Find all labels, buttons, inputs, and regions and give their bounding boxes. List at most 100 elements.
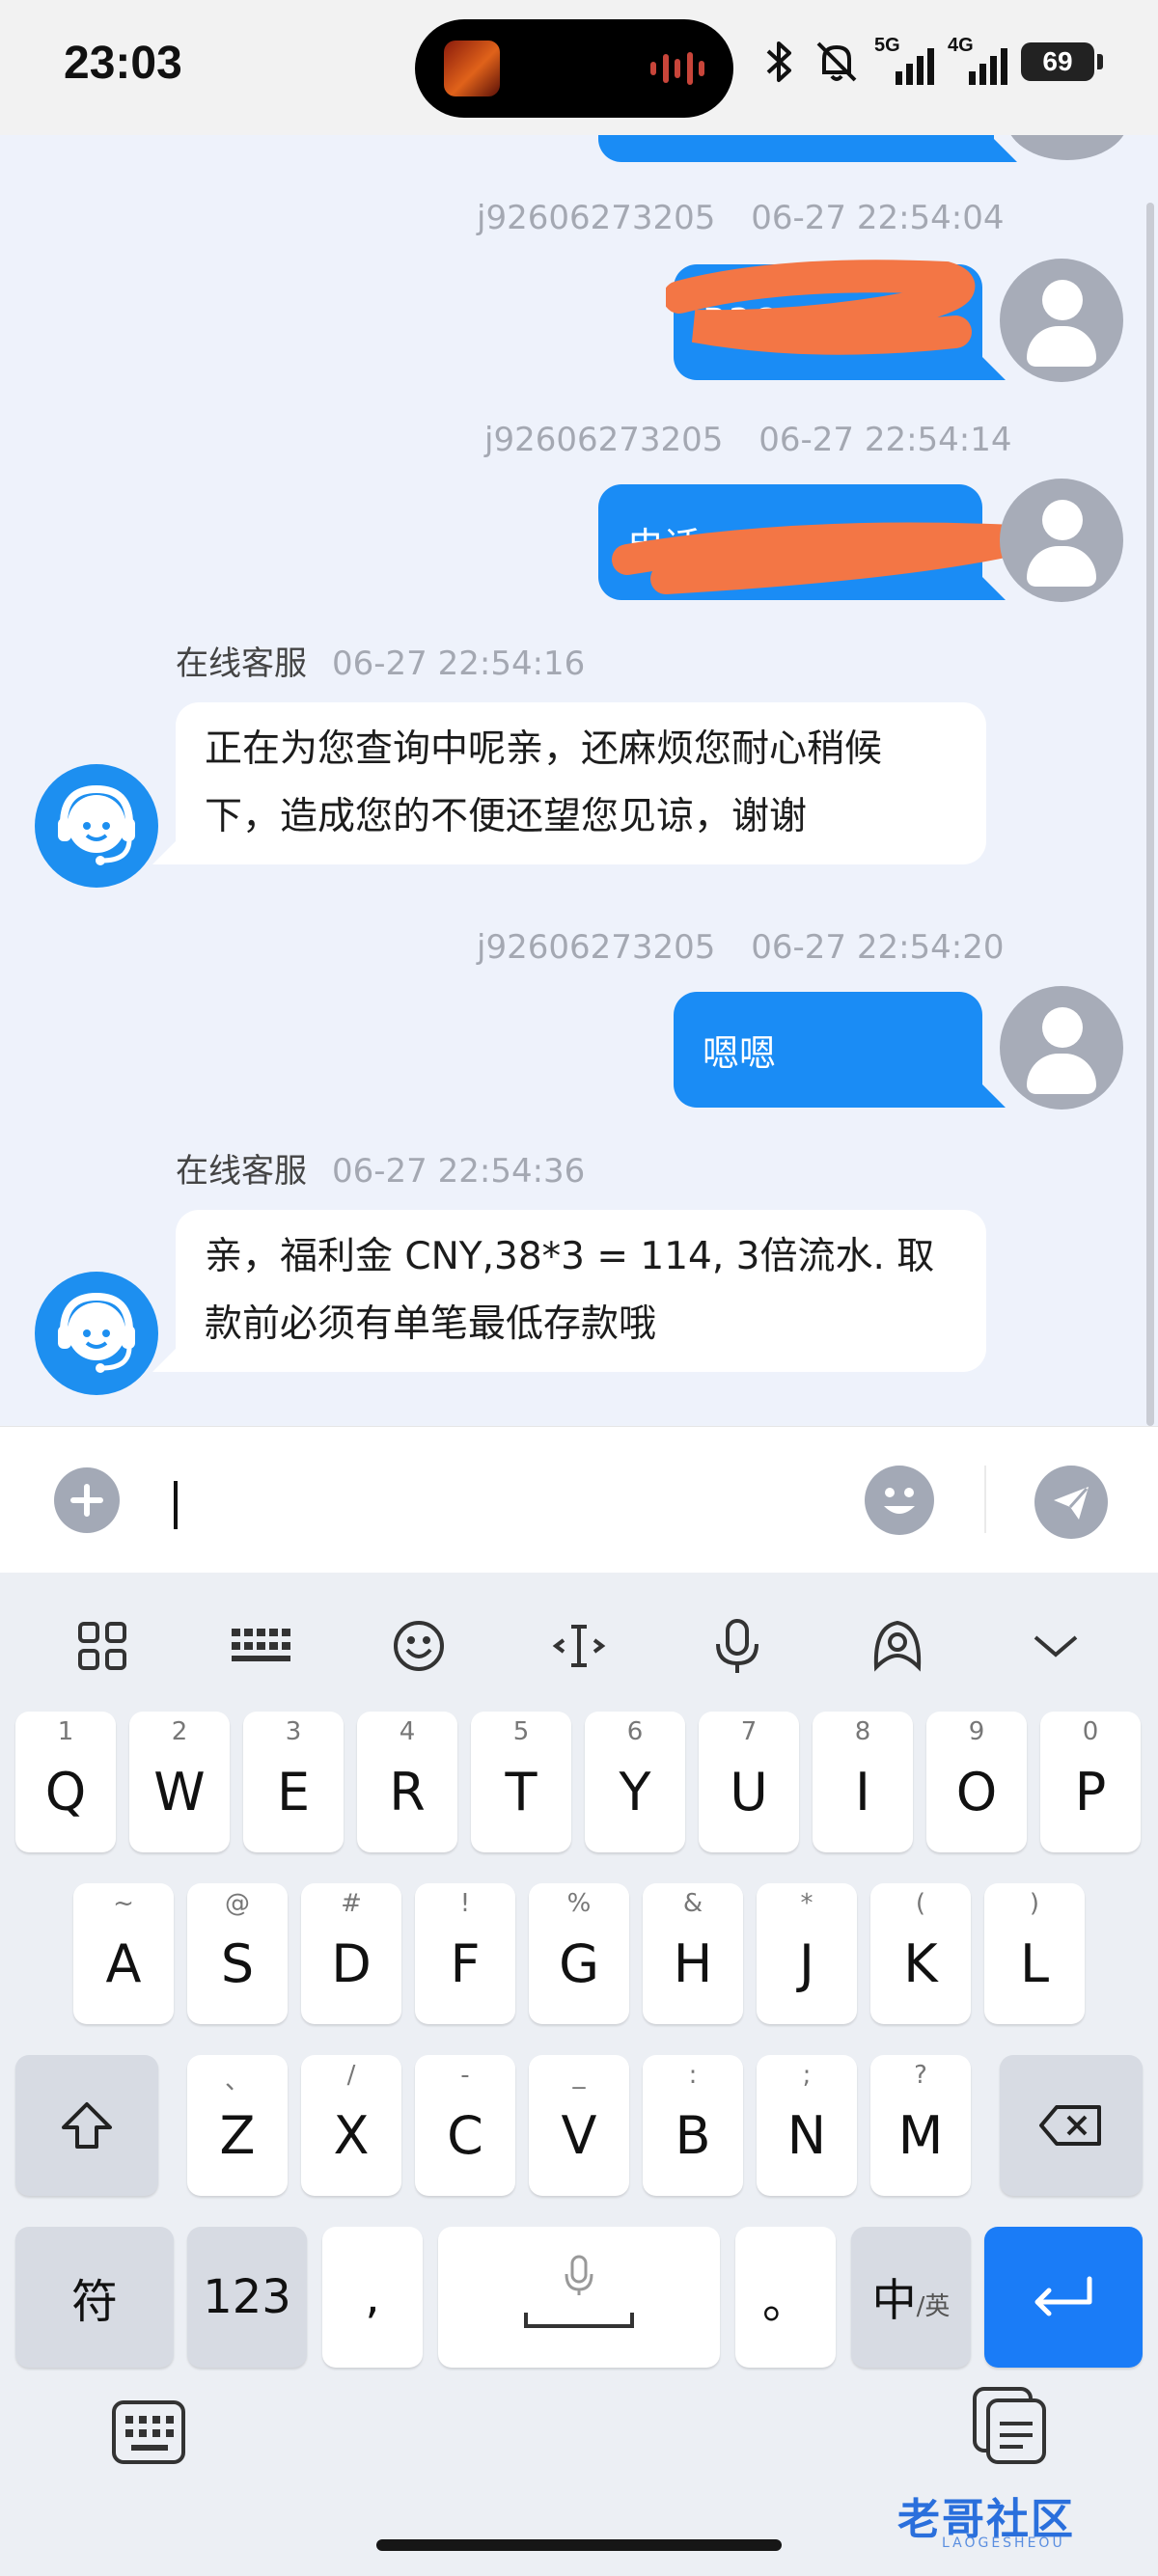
message-input[interactable] [154,1456,830,1552]
key-c[interactable]: -C [415,2055,515,2196]
key-i[interactable]: 8I [813,1712,913,1852]
key-f[interactable]: ! F [415,1883,515,2024]
send-icon [1054,1487,1089,1520]
clipboard-button[interactable] [965,2381,1052,2468]
key-e[interactable]: 3E [243,1712,344,1852]
key-label: 。 [761,2275,809,2329]
message-text-line: 亲，福利金 CNY,38*3 = 114, 3倍流水. 取 [205,1235,935,1278]
user-avatar[interactable] [1000,479,1123,602]
assistant-button[interactable] [859,1607,936,1685]
key-sub-label: 1 [57,1717,74,1746]
key-m[interactable]: ? M [870,2055,971,2196]
key-p[interactable]: 0P [1040,1712,1141,1852]
symbols-key[interactable]: 符 [15,2227,174,2368]
user-avatar[interactable] [1000,259,1123,382]
key-u[interactable]: 7U [699,1712,799,1852]
key-t[interactable]: 5T [471,1712,571,1852]
key-sub-label: - [460,2061,470,2090]
message-input-bar [0,1426,1158,1573]
send-button[interactable] [1034,1466,1108,1539]
key-label: Y [619,1761,651,1822]
key-q[interactable]: 1Q [15,1712,116,1852]
message-bubble-incoming[interactable]: 正在为您查询中呢亲，还麻烦您耐心稍候 下，造成您的不便还望您见谅，谢谢 [152,702,986,864]
key-y[interactable]: 6Y [585,1712,685,1852]
key-sub-label: / [346,2061,356,2090]
key-label: 符 [70,2275,118,2329]
collapse-keyboard-button[interactable] [1017,1607,1094,1685]
key-sub-label: & [682,1889,703,1918]
signal-4g: 4G [948,35,1007,89]
comma-key[interactable]: , [322,2227,423,2368]
key-h[interactable]: & H [643,1883,743,2024]
key-sub-label: ) [1029,1889,1040,1918]
agent-avatar[interactable] [35,764,158,888]
user-avatar[interactable] [1000,986,1123,1110]
emoji-button[interactable] [865,1466,934,1535]
key-j[interactable]: * J [757,1883,857,2024]
language-switch-key[interactable]: 中/英 [851,2227,971,2368]
message-time: 06-27 22:54:04 [751,199,1005,237]
dynamic-island[interactable] [415,19,733,118]
key-l[interactable]: ) L [984,1883,1085,2024]
sender-name: j92606273205 [484,421,724,459]
agent-avatar[interactable] [35,1272,158,1395]
key-x[interactable]: / X [301,2055,401,2196]
plus-icon [70,1484,103,1517]
key-sub-label: ? [914,2061,927,2090]
key-s[interactable]: @ S [187,1883,288,2024]
assistant-icon [873,1620,922,1672]
period-key[interactable]: 。 [735,2227,836,2368]
microphone-icon [716,1619,758,1673]
key-o[interactable]: 9O [926,1712,1027,1852]
voice-input-button[interactable] [699,1607,776,1685]
key-w[interactable]: 2W [129,1712,230,1852]
key-label: Q [44,1761,87,1822]
home-indicator[interactable] [376,2539,782,2551]
key-v[interactable]: _ V [529,2055,629,2196]
key-sub-label: 2 [171,1717,188,1746]
key-a[interactable]: ~ A [73,1883,174,2024]
key-b[interactable]: :B [643,2055,743,2196]
key-label: , [365,2270,380,2324]
key-label: I [855,1761,870,1822]
shift-key[interactable] [15,2055,158,2196]
add-attachment-button[interactable] [54,1467,120,1533]
enter-key[interactable] [984,2227,1143,2368]
backspace-key[interactable] [1000,2055,1143,2196]
key-r[interactable]: 4R [357,1712,457,1852]
cursor-control-button[interactable] [540,1607,618,1685]
numbers-key[interactable]: 123 [187,2227,307,2368]
message-time: 06-27 22:54:20 [751,928,1005,967]
keyboard-icon [112,2400,185,2464]
keyboard-layout-button[interactable] [222,1607,299,1685]
game-app-icon [444,41,500,96]
bluetooth-icon [766,41,791,82]
message-text-line: 下，造成您的不便还望您见谅，谢谢 [205,795,808,838]
key-d[interactable]: # D [301,1883,401,2024]
key-label: 123 [203,2270,291,2324]
text-cursor-icon [552,1625,606,1667]
key-k[interactable]: (K [870,1883,971,2024]
emoji-panel-button[interactable] [380,1607,457,1685]
key-g[interactable]: % G [529,1883,629,2024]
key-z[interactable]: 、 Z [187,2055,288,2196]
key-label: A [105,1932,142,1994]
message-bubble-outgoing[interactable]: 嗯嗯 [674,992,1006,1108]
chat-scrollbar[interactable] [1146,203,1154,1426]
key-sub-label: 6 [626,1717,644,1746]
message-bubble-outgoing[interactable]: 电话 1 [598,484,1006,600]
key-n[interactable]: ; N [757,2055,857,2196]
apps-icon [78,1622,126,1670]
chat-thread[interactable]: j92606273205 06-27 22:54:04 R3C j9260627… [0,135,1158,1426]
key-sub-label: * [800,1889,813,1918]
message-bubble-incoming[interactable]: 亲，福利金 CNY,38*3 = 114, 3倍流水. 取 款前必须有单笔最低存… [152,1210,986,1372]
emoji-icon [884,1488,915,1514]
message-bubble-outgoing[interactable]: R3C [674,264,1006,380]
space-key[interactable] [438,2227,720,2368]
user-avatar-partial [1006,135,1129,160]
switch-keyboard-button[interactable] [108,2393,189,2474]
key-label: H [673,1932,713,1994]
microphone-icon [524,2255,634,2328]
key-label: G [559,1932,599,1994]
apps-button[interactable] [64,1607,141,1685]
